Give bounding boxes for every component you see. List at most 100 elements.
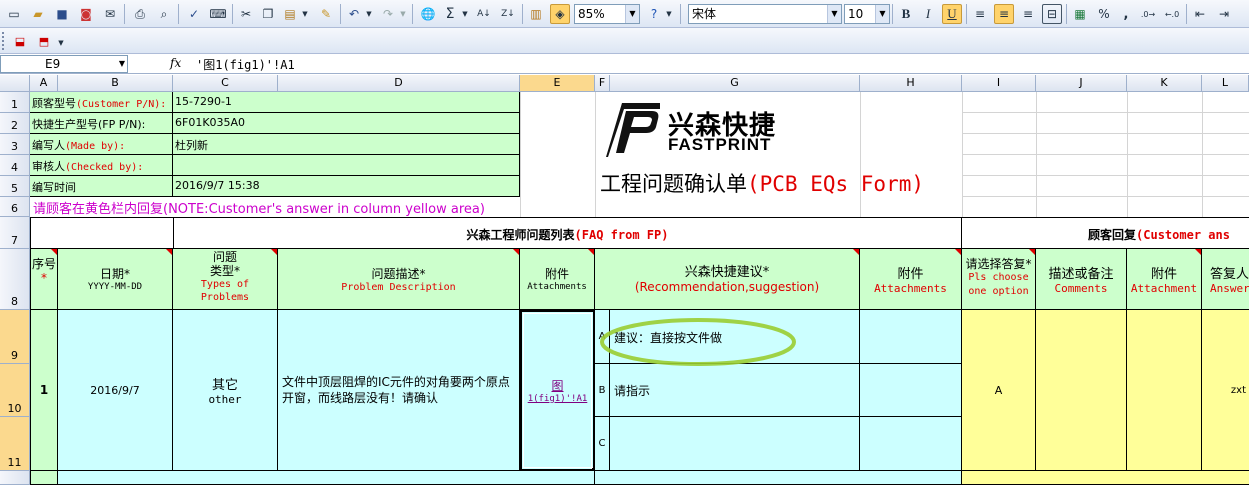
column-header[interactable]: I <box>962 75 1036 92</box>
pdf-icon[interactable]: ⬓ <box>10 31 30 51</box>
date-header: 日期* YYYY-MM-DD <box>58 249 173 310</box>
row-header[interactable] <box>0 471 30 485</box>
comma-button[interactable]: , <box>1116 4 1136 24</box>
rec-attachment-a[interactable] <box>860 310 962 364</box>
row-header[interactable]: 5 <box>0 176 30 197</box>
research-icon[interactable]: ⌨ <box>208 4 228 24</box>
customer-comments[interactable] <box>1036 310 1127 471</box>
redo-icon[interactable]: ↷ <box>378 4 398 24</box>
paste-icon[interactable]: ▤ <box>280 4 300 24</box>
email-icon[interactable]: ✉ <box>100 4 120 24</box>
cut-icon[interactable]: ✂ <box>236 4 256 24</box>
spelling-icon[interactable]: ✓ <box>184 4 204 24</box>
decrease-indent-icon[interactable]: ⇤ <box>1190 4 1210 24</box>
drawing-icon[interactable]: ◈ <box>550 4 570 24</box>
customer-choice[interactable]: A <box>962 310 1036 471</box>
font-name-select[interactable]: 宋体 ▼ <box>688 4 842 24</box>
increase-indent-icon[interactable]: ⇥ <box>1214 4 1234 24</box>
row-header[interactable]: 2 <box>0 113 30 134</box>
print-preview-icon[interactable]: ⌕ <box>154 4 174 24</box>
column-header[interactable]: C <box>173 75 278 92</box>
chevron-down-icon[interactable]: ▼ <box>827 5 841 23</box>
currency-icon[interactable]: ▦ <box>1070 4 1090 24</box>
hyperlink-icon[interactable]: 🌐 <box>418 4 438 24</box>
column-header[interactable]: E <box>520 75 595 92</box>
permission-icon[interactable]: ◙ <box>76 4 96 24</box>
undo-icon[interactable]: ↶ <box>344 4 364 24</box>
column-header[interactable]: A <box>30 75 58 92</box>
row-header[interactable]: 3 <box>0 134 30 155</box>
percent-button[interactable]: % <box>1094 4 1114 24</box>
save-icon[interactable]: ■ <box>52 4 72 24</box>
column-header[interactable]: G <box>610 75 860 92</box>
rec-attachment-b[interactable] <box>860 364 962 417</box>
help-icon[interactable]: ? <box>644 4 664 24</box>
row-header[interactable]: 4 <box>0 155 30 176</box>
name-box[interactable]: E9 ▼ <box>0 55 128 73</box>
made-by-value[interactable]: 杜列新 <box>173 134 520 155</box>
row-header[interactable]: 9 <box>0 310 30 364</box>
italic-button[interactable]: I <box>918 4 938 24</box>
chart-wizard-icon[interactable]: ▥ <box>526 4 546 24</box>
select-all-corner[interactable] <box>0 75 30 92</box>
merge-center-icon[interactable]: ⊟ <box>1042 4 1062 24</box>
column-header[interactable]: B <box>58 75 173 92</box>
customer-attachment[interactable] <box>1127 310 1202 471</box>
attachment-link[interactable]: 图 1(fig1)'!A1 <box>520 310 595 471</box>
increase-decimal-icon[interactable]: .0→ <box>1138 4 1158 24</box>
row-date[interactable]: 2016/9/7 <box>58 310 173 471</box>
column-header[interactable]: L <box>1202 75 1249 92</box>
chevron-down-icon[interactable]: ▼ <box>625 5 639 23</box>
column-header[interactable]: H <box>860 75 962 92</box>
toolbar-grip[interactable] <box>2 32 5 50</box>
column-header[interactable]: J <box>1036 75 1127 92</box>
align-left-icon[interactable]: ≡ <box>970 4 990 24</box>
open-folder-icon[interactable]: ▰ <box>28 4 48 24</box>
row-type[interactable]: 其它 other <box>173 310 278 471</box>
copy-icon[interactable]: ❐ <box>258 4 278 24</box>
option-c-text[interactable] <box>610 417 860 471</box>
pdf-email-icon[interactable]: ⬒ <box>34 31 54 51</box>
column-header[interactable]: D <box>278 75 520 92</box>
fx-icon[interactable]: fx <box>170 56 181 70</box>
row-header[interactable]: 6 <box>0 197 30 217</box>
row-header[interactable]: 11 <box>0 417 30 471</box>
autosum-icon[interactable]: Σ <box>440 4 460 24</box>
autosum-dropdown-icon[interactable]: ▼ <box>460 4 470 24</box>
font-size-select[interactable]: 10 ▼ <box>844 4 890 24</box>
answerer-value[interactable]: zxt <box>1202 310 1249 471</box>
align-right-icon[interactable]: ≡ <box>1018 4 1038 24</box>
row-header[interactable]: 8 <box>0 249 30 310</box>
toolbar-options-icon[interactable]: ▼ <box>56 36 66 50</box>
row-header[interactable]: 7 <box>0 217 30 249</box>
print-icon[interactable]: ⎙ <box>130 4 150 24</box>
chevron-down-icon[interactable]: ▼ <box>119 56 125 72</box>
customer-pn-value[interactable]: 15-7290-1 <box>173 92 520 113</box>
row-header[interactable]: 10 <box>0 364 30 417</box>
format-painter-icon[interactable]: ✎ <box>316 4 336 24</box>
row-header[interactable]: 1 <box>0 92 30 113</box>
chevron-down-icon[interactable]: ▼ <box>875 5 889 23</box>
rec-attachment-c[interactable] <box>860 417 962 471</box>
sort-descending-icon[interactable]: Z↓ <box>498 4 518 24</box>
row-description[interactable]: 文件中顶层阻焊的IC元件的对角要两个原点开窗，而线路层没有！请确认 <box>278 310 520 471</box>
column-header[interactable]: F <box>595 75 610 92</box>
paste-dropdown-icon[interactable]: ▼ <box>300 4 310 24</box>
bold-button[interactable]: B <box>896 4 916 24</box>
help-dropdown-icon[interactable]: ▼ <box>664 4 674 24</box>
sort-ascending-icon[interactable]: A↓ <box>474 4 494 24</box>
undo-dropdown-icon[interactable]: ▼ <box>364 4 374 24</box>
time-value[interactable]: 2016/9/7 15:38 <box>173 176 520 197</box>
decrease-decimal-icon[interactable]: ←.0 <box>1162 4 1182 24</box>
column-header[interactable]: K <box>1127 75 1202 92</box>
align-center-icon[interactable]: ≡ <box>994 4 1014 24</box>
checked-by-value[interactable] <box>173 155 520 176</box>
zoom-select[interactable]: 85% ▼ <box>574 4 640 24</box>
underline-button[interactable]: U <box>942 4 962 24</box>
spreadsheet-grid: A B C D E F G H I J K L 1 2 3 4 5 6 7 8 … <box>0 75 1249 485</box>
fp-pn-value[interactable]: 6F01K035A0 <box>173 113 520 134</box>
row-seq[interactable]: 1 <box>30 310 58 471</box>
formula-input[interactable]: '图1(fig1)'!A1 <box>196 56 295 73</box>
new-document-icon[interactable]: ▭ <box>4 4 24 24</box>
redo-dropdown-icon[interactable]: ▼ <box>398 4 408 24</box>
